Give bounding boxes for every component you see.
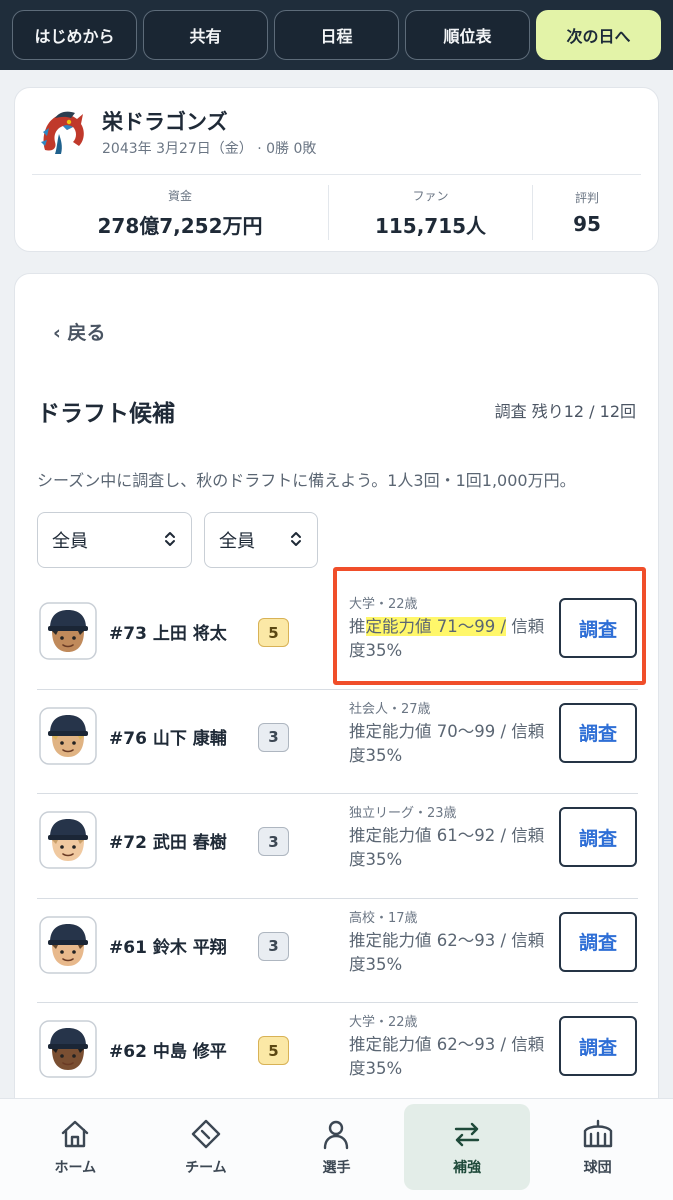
estimated-ability: 推定能力値 62〜93 / 信頼度35%	[349, 929, 549, 977]
highlighted-estimate: 定能力値 71〜99 /	[365, 617, 507, 636]
rank-badge: 5	[258, 1036, 289, 1065]
player-name: #61 鈴木 平翔	[109, 937, 227, 958]
page-title: ドラフト候補	[37, 401, 175, 427]
survey-remaining: 調査 残り12 / 12回	[494, 402, 636, 421]
estimate-text: 推定能力値 61〜92 / 信頼度35%	[349, 826, 545, 869]
team-stats: 資金 278億7,252万円 ファン 115,715人 評判 95	[32, 185, 641, 240]
estimate-text: 推定能力値 62〜93 / 信頼度35%	[349, 930, 545, 974]
nav-label: 選手	[322, 1160, 351, 1176]
table-row: #76 山下 康輔 3 社会人・27歳 推定能力値 70〜99 / 信頼度35%…	[37, 690, 638, 794]
survey-button[interactable]: 調査	[559, 702, 637, 763]
survey-button[interactable]: 調査	[559, 807, 637, 867]
player-avatar-icon	[39, 915, 97, 974]
chevron-updown-icon	[163, 530, 177, 551]
stat-value: 278億7,252万円	[97, 213, 263, 238]
filter-select-1[interactable]: 全員	[37, 512, 192, 568]
divider	[32, 174, 641, 175]
nav-players[interactable]: 選手	[273, 1104, 400, 1190]
rank-badge: 3	[258, 931, 289, 961]
candidate-list: #73 上田 将太 5 大学・22歳 推定能力値 71〜99 / 信頼度35% …	[37, 585, 638, 1108]
back-link[interactable]: ‹ 戻る	[53, 318, 105, 345]
player-origin: 独立リーグ・23歳	[349, 806, 457, 821]
player-name: #62 中島 修平	[109, 1042, 227, 1062]
share-button[interactable]: 共有	[143, 10, 268, 60]
estimated-ability: 推定能力値 70〜99 / 信頼度35%	[349, 720, 549, 768]
player-name: #76 山下 康輔	[109, 728, 227, 749]
player-avatar-icon	[39, 1020, 97, 1078]
estimated-ability: 推定能力値 61〜92 / 信頼度35%	[349, 824, 549, 872]
nav-home[interactable]: ホーム	[12, 1104, 139, 1190]
estimate-text: 推定能力値 62〜93 / 信頼度35%	[349, 1035, 545, 1078]
survey-button[interactable]: 調査	[559, 1016, 637, 1076]
stat-label: ファン	[412, 188, 449, 203]
stat-value: 115,715人	[374, 213, 487, 238]
stat-fans: ファン 115,715人	[328, 185, 532, 240]
survey-button[interactable]: 調査	[559, 911, 637, 972]
player-origin: 社会人・27歳	[349, 701, 431, 717]
dragon-logo-icon	[41, 111, 84, 154]
stat-label: 評判	[574, 191, 599, 205]
table-row: #72 武田 春樹 3 独立リーグ・23歳 推定能力値 61〜92 / 信頼度3…	[37, 794, 638, 899]
nav-reinforce[interactable]: 補強	[403, 1104, 531, 1190]
stat-label: 資金	[167, 188, 192, 203]
nav-label: チーム	[185, 1160, 227, 1176]
nav-label: 球団	[583, 1160, 612, 1176]
stat-value: 95	[573, 212, 601, 236]
table-row: #61 鈴木 平翔 3 高校・17歳 推定能力値 62〜93 / 信頼度35% …	[37, 899, 638, 1003]
player-name: #73 上田 将太	[109, 624, 227, 644]
table-row: #62 中島 修平 5 大学・22歳 推定能力値 62〜93 / 信頼度35% …	[37, 1003, 638, 1108]
player-origin: 大学・22歳	[349, 1015, 418, 1030]
nav-label: 補強	[453, 1160, 482, 1176]
rank-badge: 5	[258, 618, 289, 647]
player-avatar-icon	[39, 602, 97, 660]
restart-button[interactable]: はじめから	[12, 10, 137, 60]
estimated-ability: 推定能力値 62〜93 / 信頼度35%	[349, 1033, 549, 1081]
nav-club[interactable]: 球団	[534, 1104, 661, 1190]
player-origin: 大学・22歳	[349, 597, 418, 612]
schedule-button[interactable]: 日程	[274, 10, 399, 60]
team-name: 栄ドラゴンズ	[102, 110, 228, 134]
estimate-prefix: 推	[349, 617, 366, 636]
stadium-icon	[583, 1119, 612, 1148]
top-toolbar: はじめから 共有 日程 順位表 次の日へ	[0, 0, 673, 70]
rank-badge: 3	[258, 722, 289, 752]
person-icon	[324, 1120, 349, 1150]
player-name: #72 武田 春樹	[109, 833, 227, 853]
survey-button[interactable]: 調査	[559, 598, 637, 658]
rank-badge: 3	[258, 827, 289, 856]
swap-arrows-icon	[454, 1122, 480, 1147]
next-day-button[interactable]: 次の日へ	[536, 10, 661, 60]
bottom-nav: ホーム チーム 選手 補強 球団	[0, 1098, 673, 1200]
team-summary-card: 栄ドラゴンズ 2043年 3月27日（金） · 0勝 0敗 資金 278億7,2…	[14, 87, 659, 252]
player-avatar-icon	[39, 706, 97, 765]
stat-reputation: 評判 95	[532, 185, 641, 240]
stat-funds: 資金 278億7,252万円	[32, 185, 328, 240]
nav-team[interactable]: チーム	[143, 1104, 270, 1190]
filter-value: 全員	[219, 531, 255, 552]
standings-button[interactable]: 順位表	[405, 10, 530, 60]
player-avatar-icon	[39, 811, 97, 869]
table-row: #73 上田 将太 5 大学・22歳 推定能力値 71〜99 / 信頼度35% …	[37, 585, 638, 690]
home-icon	[62, 1120, 89, 1148]
draft-card: ‹ 戻る ドラフト候補 調査 残り12 / 12回 シーズン中に調査し、秋のドラ…	[14, 273, 659, 1173]
estimated-ability: 推定能力値 71〜99 / 信頼度35%	[349, 615, 549, 663]
date-record: 2043年 3月27日（金） · 0勝 0敗	[102, 141, 317, 157]
nav-label: ホーム	[54, 1160, 97, 1176]
player-origin: 高校・17歳	[349, 910, 418, 926]
diamond-icon	[191, 1119, 221, 1149]
chevron-updown-icon	[289, 530, 303, 551]
filter-value: 全員	[52, 531, 88, 552]
estimate-text: 推定能力値 70〜99 / 信頼度35%	[349, 721, 545, 765]
draft-description: シーズン中に調査し、秋のドラフトに備えよう。1人3回・1回1,000万円。	[37, 471, 576, 490]
filter-select-2[interactable]: 全員	[204, 512, 318, 568]
